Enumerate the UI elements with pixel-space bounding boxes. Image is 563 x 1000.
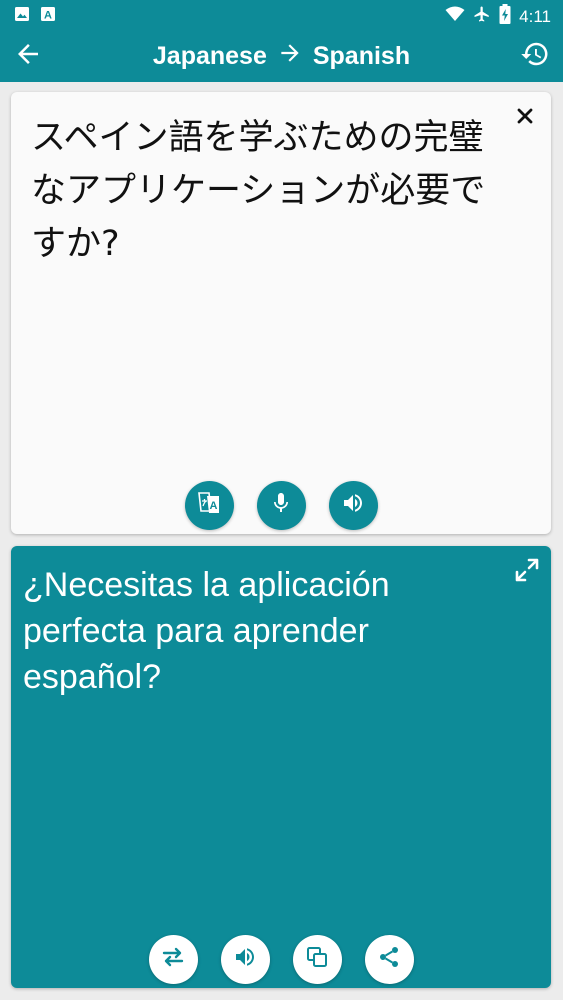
translate-icon: A	[196, 490, 222, 521]
status-right: 4:11	[445, 4, 551, 29]
battery-charging-icon	[499, 4, 511, 29]
airplane-icon	[473, 5, 491, 28]
source-language[interactable]: Japanese	[153, 42, 267, 71]
translate-a-icon: A	[40, 6, 56, 27]
swap-icon	[160, 944, 186, 975]
expand-icon	[514, 557, 540, 588]
status-left-icons: A	[14, 6, 56, 27]
speak-source-button[interactable]	[328, 481, 378, 530]
microphone-button[interactable]	[256, 481, 306, 530]
language-pair-title[interactable]: Japanese Spanish	[0, 40, 563, 73]
arrow-right-icon	[277, 40, 303, 73]
expand-button[interactable]	[513, 558, 541, 586]
source-input-card: スペイン語を学ぶための完璧なアプリケーションが必要ですか? A	[11, 92, 551, 534]
history-icon	[520, 39, 550, 74]
volume-icon	[341, 491, 365, 520]
history-button[interactable]	[517, 38, 553, 74]
translate-button[interactable]: A	[184, 481, 234, 530]
clock-time: 4:11	[519, 6, 551, 26]
share-icon	[377, 945, 401, 974]
image-icon	[14, 6, 30, 27]
speak-translation-button[interactable]	[220, 935, 270, 984]
target-language[interactable]: Spanish	[313, 42, 410, 71]
microphone-icon	[269, 491, 293, 520]
translated-text: ¿Necesitas la aplicación perfecta para a…	[23, 566, 390, 696]
close-icon	[516, 107, 534, 130]
clear-button[interactable]	[513, 106, 537, 130]
swap-languages-button[interactable]	[148, 935, 198, 984]
volume-icon	[233, 945, 257, 974]
share-button[interactable]	[364, 935, 414, 984]
copy-icon	[305, 945, 329, 974]
svg-text:A: A	[210, 500, 218, 512]
copy-button[interactable]	[292, 935, 342, 984]
wifi-icon	[445, 6, 465, 27]
translation-output-card: ¿Necesitas la aplicación perfecta para a…	[11, 546, 551, 988]
input-actions: A	[11, 481, 551, 530]
status-bar: A 4:11	[0, 0, 563, 30]
app-bar: Japanese Spanish	[0, 30, 563, 82]
source-text[interactable]: スペイン語を学ぶための完璧なアプリケーションが必要ですか?	[31, 112, 501, 271]
svg-text:A: A	[44, 10, 52, 22]
output-actions	[11, 935, 551, 984]
